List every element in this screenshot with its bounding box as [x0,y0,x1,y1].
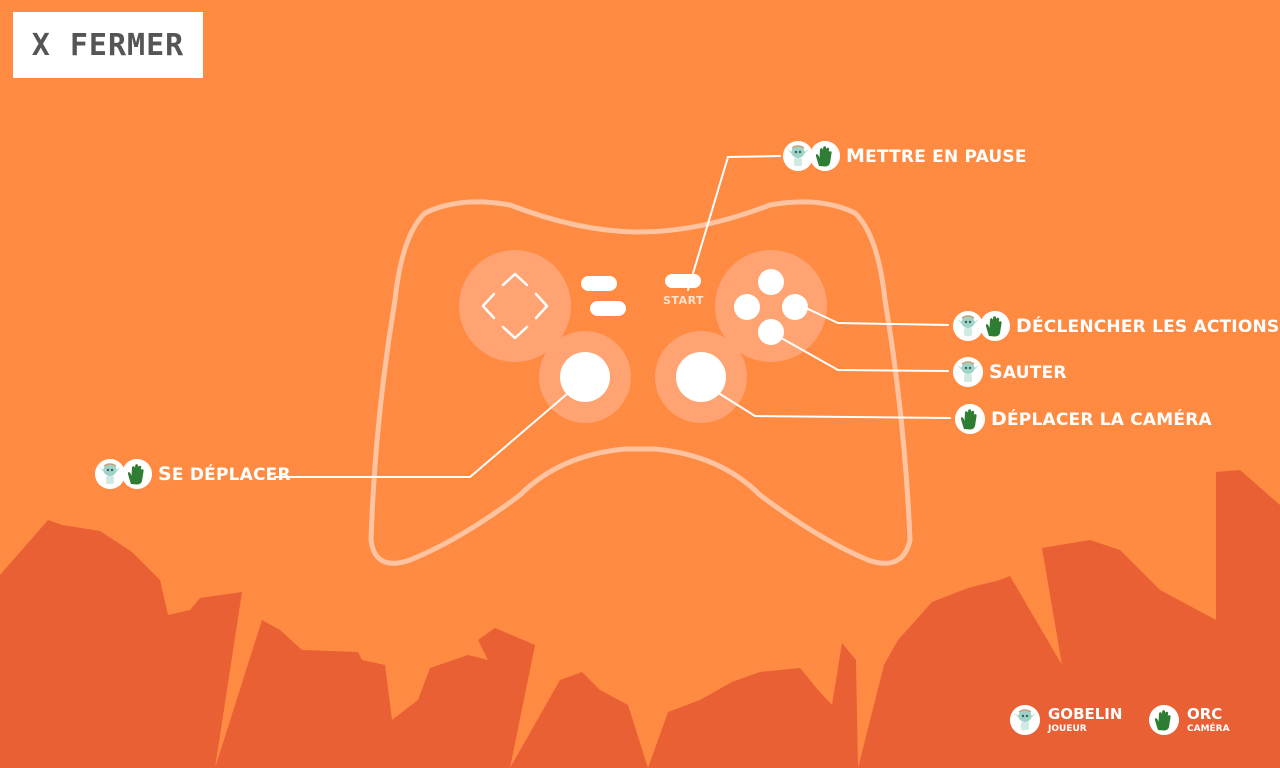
face-button-right [782,294,808,320]
legend-goblin: Gobelin JOUEUR [1010,705,1122,735]
controller-outline [368,199,913,566]
label-camera: Déplacer la caméra [955,404,1212,434]
face-button-left [734,294,760,320]
orc-hand-icon [1149,705,1179,735]
callout-line-move [274,393,568,478]
label-jump: Sauter [953,357,1067,387]
legend-orc-role: CAMÉRA [1187,723,1230,734]
label-camera-text: Déplacer la caméra [991,408,1212,430]
face-button-bottom [758,319,784,345]
orc-hand-icon [122,459,152,489]
callout-line-camera [719,393,951,419]
goblin-icon [1010,705,1040,735]
start-button [665,274,701,288]
legend-goblin-name: Gobelin [1048,704,1123,723]
goblin-icon [783,141,813,171]
label-pause-text: Mettre en pause [846,145,1027,167]
face-button-top [758,269,784,295]
goblin-icon [95,459,125,489]
orc-hand-icon [980,311,1010,341]
label-jump-text: Sauter [989,361,1067,383]
select-button-bottom [590,301,626,316]
label-move: Se déplacer [95,459,291,489]
start-label: START [663,294,705,307]
select-button-top [581,276,617,291]
orc-hand-icon [955,404,985,434]
label-actions: Déclencher les actions [953,311,1279,341]
label-move-text: Se déplacer [158,463,291,485]
goblin-icon [953,357,983,387]
label-actions-text: Déclencher les actions [1016,315,1280,337]
label-pause: Mettre en pause [783,141,1027,171]
legend-orc: Orc CAMÉRA [1149,705,1230,735]
orc-hand-icon [810,141,840,171]
close-button[interactable]: X FERMER [13,12,203,78]
legend-goblin-role: JOUEUR [1048,723,1087,734]
legend-orc-name: Orc [1187,704,1223,723]
callout-line-actions [807,308,949,326]
goblin-icon [953,311,983,341]
scene-background [0,155,1280,768]
right-stick [676,352,726,402]
